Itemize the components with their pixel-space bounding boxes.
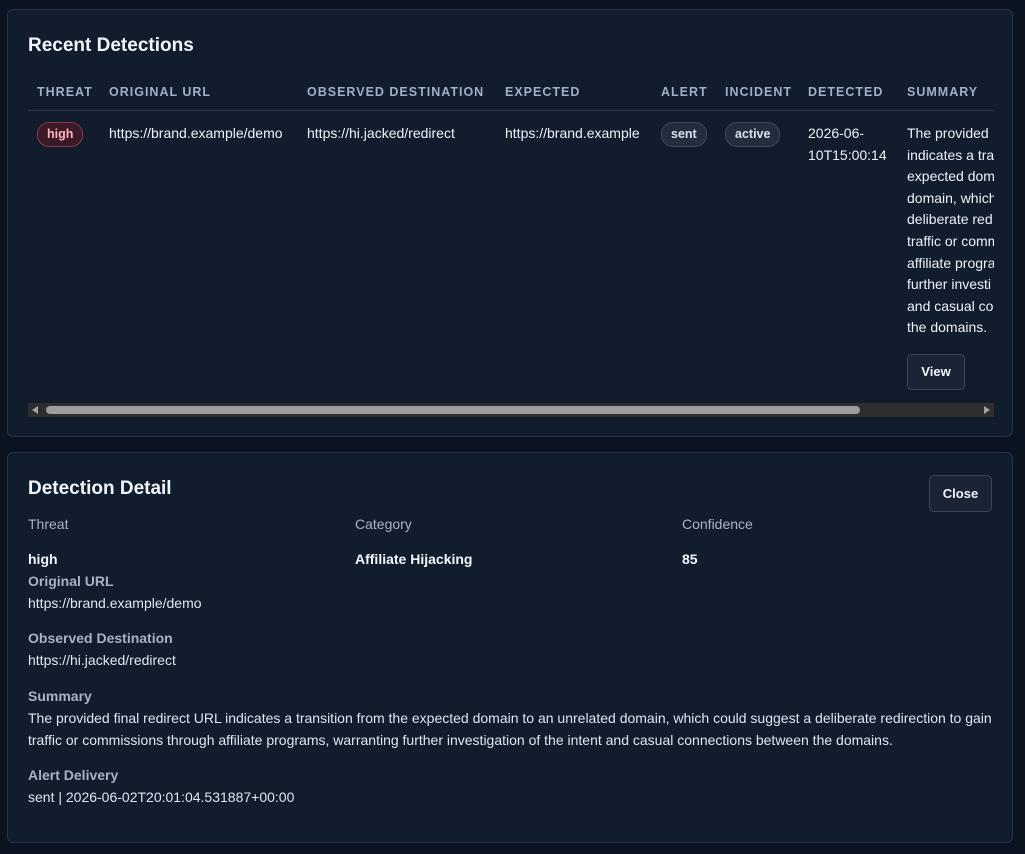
summary-line: indicates a tra <box>907 146 994 163</box>
alert-badge: sent <box>661 122 707 147</box>
col-header-detected: DETECTED <box>799 74 898 111</box>
col-header-alert: ALERT <box>652 74 716 111</box>
observed-destination-cell: https://hi.jacked/redirect <box>307 125 455 141</box>
recent-detections-panel: Recent Detections THREAT ORIGINAL URL OB… <box>7 9 1013 437</box>
detections-table: THREAT ORIGINAL URL OBSERVED DESTINATION… <box>28 74 994 390</box>
original-url-cell: https://brand.example/demo <box>109 125 283 141</box>
category-field: Category Affiliate Hijacking <box>355 516 675 567</box>
table-row[interactable]: high https://brand.example/demo https://… <box>28 111 994 390</box>
detections-table-viewport[interactable]: THREAT ORIGINAL URL OBSERVED DESTINATION… <box>28 74 994 410</box>
alert-cell: sent <box>652 111 716 390</box>
scrollbar-thumb[interactable] <box>46 406 860 414</box>
threat-value: high <box>28 551 58 567</box>
summary-field: Summary The provided final redirect URL … <box>28 688 994 751</box>
threat-cell: high <box>28 111 100 390</box>
summary-line: traffic or comm <box>907 232 994 249</box>
col-header-summary: SUMMARY <box>898 74 994 111</box>
summary-line: the domains. <box>907 319 988 336</box>
summary-line: and casual co <box>907 297 994 314</box>
col-header-threat: THREAT <box>28 74 100 111</box>
summary-line: deliberate red <box>907 211 993 228</box>
confidence-value: 85 <box>682 551 698 567</box>
summary-text: The provided indicates a tra expected do… <box>907 123 994 339</box>
summary-line: further investi <box>907 276 992 293</box>
observed-destination-field: Observed Destination https://hi.jacked/r… <box>28 630 994 671</box>
horizontal-scrollbar[interactable] <box>28 403 994 417</box>
threat-field: Threat high <box>28 516 348 567</box>
summary-line: affiliate progra <box>907 254 994 271</box>
col-header-observed-destination: OBSERVED DESTINATION <box>298 74 496 111</box>
detected-cell: 2026-06- 10T15:00:14 <box>799 111 898 390</box>
detection-detail-title: Detection Detail <box>28 478 172 499</box>
alert-delivery-label: Alert Delivery <box>28 767 119 783</box>
close-button[interactable]: Close <box>929 475 992 512</box>
threat-badge: high <box>37 122 84 147</box>
detected-date: 2026-06- <box>808 125 865 141</box>
incident-badge: active <box>725 122 781 147</box>
detected-time: 10T15:00:14 <box>808 146 887 163</box>
category-value: Affiliate Hijacking <box>355 551 473 567</box>
confidence-field: Confidence 85 <box>682 516 1002 567</box>
col-header-original-url: ORIGINAL URL <box>100 74 298 111</box>
summary-cell: The provided indicates a tra expected do… <box>898 111 994 390</box>
threat-label: Threat <box>28 516 69 532</box>
alert-delivery-value: sent | 2026-06-02T20:01:04.531887+00:00 <box>28 789 295 805</box>
recent-detections-title: Recent Detections <box>28 35 194 56</box>
observed-destination-value: https://hi.jacked/redirect <box>28 652 176 668</box>
expected-cell: https://brand.example <box>505 125 640 141</box>
alert-delivery-field: Alert Delivery sent | 2026-06-02T20:01:0… <box>28 767 994 808</box>
confidence-label: Confidence <box>682 516 753 532</box>
observed-destination-label: Observed Destination <box>28 630 173 646</box>
col-header-incident: INCIDENT <box>716 74 799 111</box>
scroll-left-arrow-icon[interactable] <box>32 406 38 414</box>
col-header-expected: EXPECTED <box>496 74 652 111</box>
summary-label: Summary <box>28 688 92 704</box>
table-header-row: THREAT ORIGINAL URL OBSERVED DESTINATION… <box>28 74 994 111</box>
incident-cell: active <box>716 111 799 390</box>
summary-line: expected dom <box>907 168 994 185</box>
original-url-value: https://brand.example/demo <box>28 595 202 611</box>
original-url-label: Original URL <box>28 573 114 589</box>
detection-detail-panel: Detection Detail Close Threat high Categ… <box>7 452 1013 843</box>
view-button[interactable]: View <box>907 353 965 390</box>
scroll-right-arrow-icon[interactable] <box>984 406 990 414</box>
summary-line: domain, which <box>907 189 994 206</box>
summary-line: The provided <box>907 125 989 141</box>
category-label: Category <box>355 516 412 532</box>
original-url-field: Original URL https://brand.example/demo <box>28 573 994 614</box>
summary-value: The provided final redirect URL indicate… <box>28 710 992 748</box>
